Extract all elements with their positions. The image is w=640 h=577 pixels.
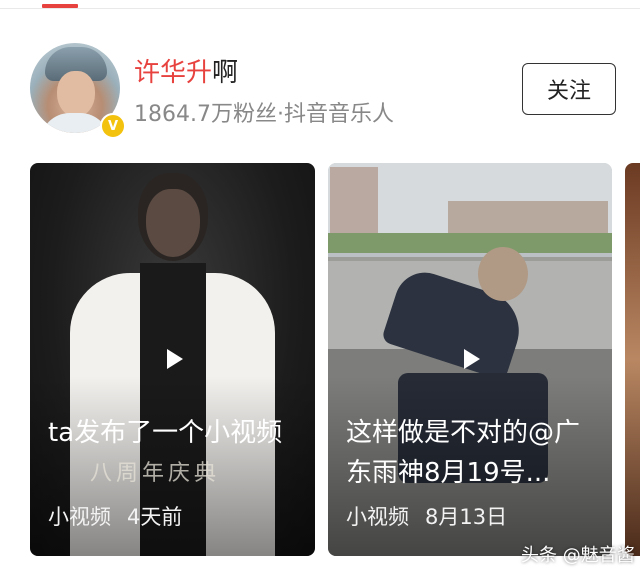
source-watermark: 头条 @魅音酱 (521, 545, 635, 566)
profile-name-suffix: 啊 (212, 58, 239, 88)
profile-name-primary: 许华升 (134, 58, 213, 88)
video-card-1[interactable]: ta发布了一个小视频 八周年庆典 小视频 4天前 (30, 163, 315, 556)
profile-name[interactable]: 许华升啊 (134, 58, 238, 88)
active-tab-indicator (42, 4, 78, 8)
profile-header: V 许华升啊 1864.7万粉丝·抖音音乐人 关注 (0, 30, 640, 150)
video-time: 4天前 (127, 505, 183, 529)
avatar[interactable]: V (30, 43, 126, 139)
video-type-label: 小视频 (346, 505, 409, 529)
followers-line: 1864.7万粉丝·抖音音乐人 (134, 102, 394, 127)
video-type-label: 小视频 (48, 505, 111, 529)
top-divider (0, 8, 640, 9)
video-card-2[interactable]: 这样做是不对的@广东雨神8月19号... 小视频 8月13日 (328, 163, 612, 556)
video-title: 这样做是不对的@广东雨神8月19号... (346, 418, 581, 488)
video-meta: 小视频 8月13日 (346, 501, 507, 531)
video-time: 8月13日 (425, 505, 508, 529)
follow-button[interactable]: 关注 (522, 63, 616, 115)
video-meta: 小视频 4天前 (48, 501, 182, 531)
play-icon[interactable] (464, 349, 480, 369)
video-title: ta发布了一个小视频 (48, 418, 283, 448)
verified-badge-icon: V (100, 113, 126, 139)
thumbnail-watermark-text: 八周年庆典 (90, 461, 221, 486)
play-icon[interactable] (167, 349, 183, 369)
video-card-3-partial[interactable] (625, 163, 640, 556)
